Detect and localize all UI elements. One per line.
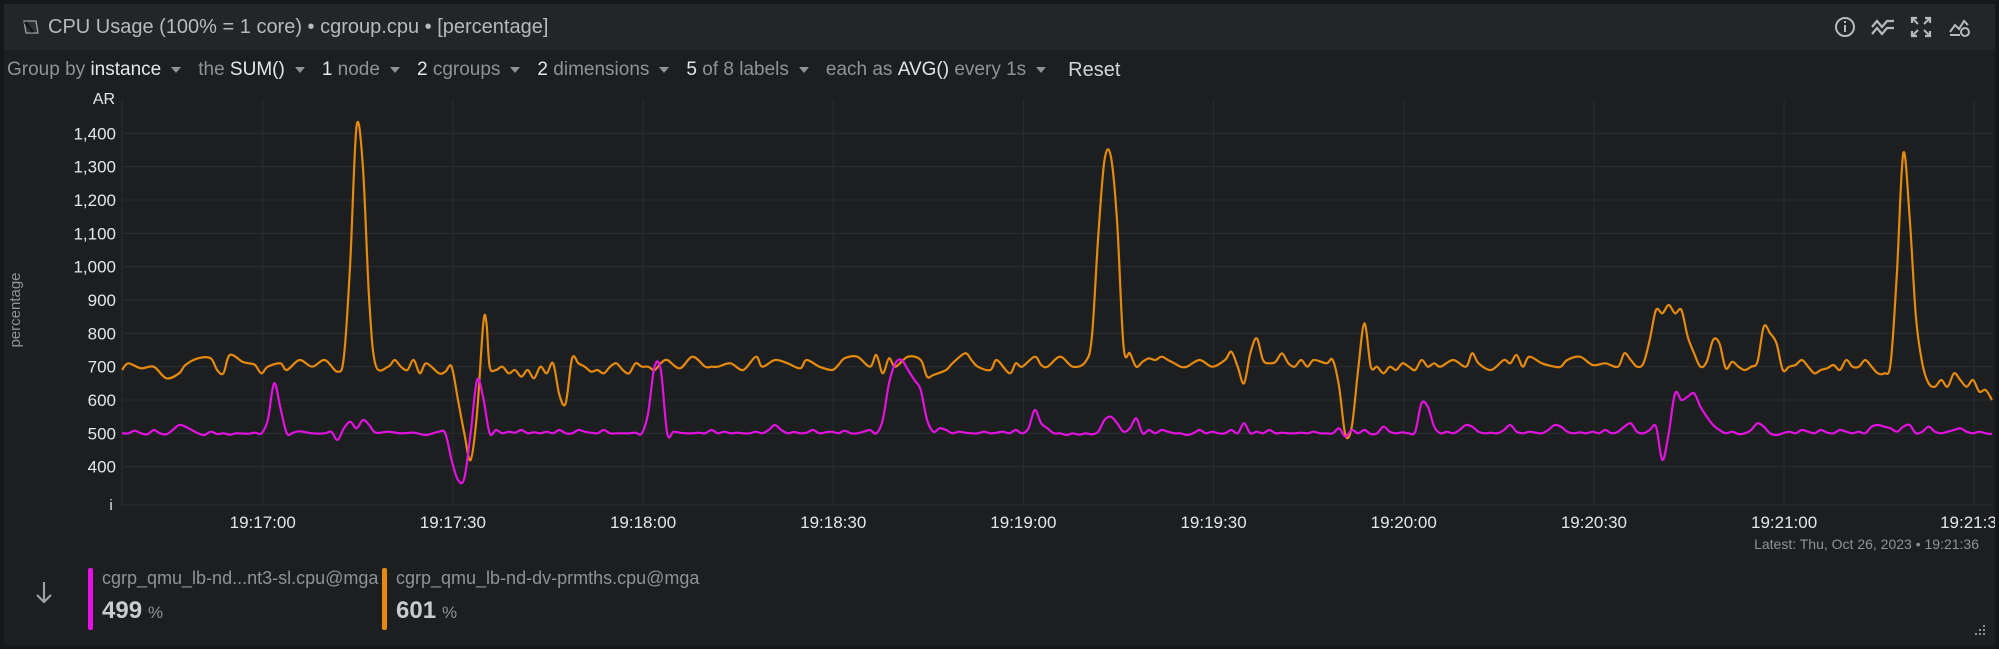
- cgroups-selector[interactable]: 2 cgroups: [416, 59, 521, 81]
- group-by-selector[interactable]: Group by instance: [7, 59, 182, 81]
- chart-title-bar: CPU Usage (100% = 1 core) • cgroup.cpu •…: [4, 4, 1995, 50]
- dimensions-selector[interactable]: 2 dimensions: [537, 59, 670, 81]
- chevron-down-icon: [510, 67, 521, 73]
- chevron-down-icon: [659, 67, 670, 73]
- chart-type-icon: [22, 17, 42, 37]
- series-line-1[interactable]: [121, 120, 1993, 462]
- legend-color-bar: [382, 568, 387, 630]
- y-axis: 400 500 600 700 800 900 1,000 1,100 1,200 1,300 1,…: [73, 124, 116, 476]
- chevron-down-icon: [294, 67, 305, 73]
- info-icon[interactable]: [1831, 13, 1859, 41]
- reset-button[interactable]: Reset: [1068, 59, 1120, 82]
- aggregation-value: SUM(): [229, 59, 285, 80]
- x-tick-label: 19:20:30: [1561, 513, 1627, 530]
- the-label: the: [198, 59, 225, 80]
- y-tick-label: 900: [88, 291, 116, 310]
- series-line-2[interactable]: [121, 358, 1993, 485]
- dimensions-count: 2: [537, 59, 548, 80]
- annotation-badge-top[interactable]: AR: [93, 91, 115, 108]
- y-tick-label: 600: [88, 391, 116, 410]
- chevron-down-icon: [798, 67, 809, 73]
- arrow-down-icon[interactable]: [32, 578, 56, 608]
- x-axis: 19:17:00 19:17:30 19:18:00 19:18:30 19:19:00…: [230, 513, 1999, 532]
- y-tick-label: 1,000: [73, 258, 116, 277]
- x-tick-label: 19:19:00: [990, 513, 1056, 530]
- fullscreen-icon[interactable]: [1907, 13, 1935, 41]
- x-tick-label: 19:17:00: [230, 513, 296, 530]
- y-tick-label: 1,400: [73, 124, 116, 143]
- chart-lines: [121, 120, 1993, 485]
- resize-handle-icon[interactable]: [1969, 621, 1987, 639]
- y-tick-label: 400: [88, 458, 116, 477]
- legend: cgrp_qmu_lb-nd...nt3-sl.cpu@mga 499% cgr…: [4, 560, 1995, 640]
- y-tick-label: 500: [88, 424, 116, 443]
- y-tick-label: 700: [88, 358, 116, 377]
- time-aggregation-selector[interactable]: each as AVG() every 1s: [825, 59, 1047, 81]
- cgroups-label: cgroups: [432, 59, 501, 80]
- y-tick-label: 800: [88, 324, 116, 343]
- dimensions-label: dimensions: [553, 59, 650, 80]
- chart-grid: [121, 100, 1992, 506]
- legend-series-name: cgrp_qmu_lb-nd...nt3-sl.cpu@mga: [102, 568, 379, 588]
- latest-timestamp: Latest: Thu, Oct 26, 2023 • 19:21:36: [1754, 536, 1979, 552]
- chevron-down-icon: [1036, 67, 1047, 73]
- y-axis-title: percentage: [7, 272, 24, 347]
- title-actions: [1831, 4, 1973, 50]
- each-as-label: each as: [825, 59, 893, 80]
- x-tick-label: 19:20:00: [1371, 513, 1437, 530]
- nodes-label: node: [337, 59, 380, 80]
- legend-unit: %: [442, 603, 458, 622]
- alert-icon[interactable]: [1945, 13, 1973, 41]
- annotation-badge-bottom[interactable]: i: [109, 497, 112, 514]
- x-tick-label: 19:19:30: [1180, 513, 1246, 530]
- legend-value: 601: [396, 597, 437, 624]
- x-tick-label: 19:18:00: [610, 513, 676, 530]
- cgroups-count: 2: [416, 59, 428, 80]
- chart-title: CPU Usage (100% = 1 core) • cgroup.cpu •…: [48, 15, 549, 38]
- y-tick-label: 1,300: [73, 158, 116, 177]
- correlation-icon[interactable]: [1869, 13, 1897, 41]
- group-by-label: Group by: [7, 59, 86, 80]
- nodes-selector[interactable]: 1 node: [322, 59, 400, 81]
- chart-panel: CPU Usage (100% = 1 core) • cgroup.cpu •…: [4, 4, 1999, 645]
- legend-series-name: cgrp_qmu_lb-nd-dv-prmths.cpu@mga: [396, 568, 700, 588]
- x-tick-label: 19:17:30: [420, 513, 486, 530]
- labels-label: of 8 labels: [702, 59, 789, 80]
- legend-item[interactable]: cgrp_qmu_lb-nd-dv-prmths.cpu@mga 601%: [382, 566, 699, 630]
- time-aggregation-value: AVG(): [897, 59, 950, 80]
- line-chart[interactable]: 400 500 600 700 800 900 1,000 1,100 1,200 1,300 1,…: [4, 90, 1999, 532]
- y-tick-label: 1,100: [73, 224, 116, 243]
- legend-color-bar: [88, 568, 93, 630]
- legend-value: 499: [102, 597, 143, 624]
- group-by-value: instance: [90, 59, 162, 80]
- aggregation-selector[interactable]: the SUM(): [198, 59, 305, 81]
- query-toolbar: Group by instance the SUM() 1 node 2 cgr…: [4, 50, 1995, 90]
- x-tick-label: 19:21:00: [1751, 513, 1817, 530]
- chart-area[interactable]: 400 500 600 700 800 900 1,000 1,100 1,200 1,300 1,…: [4, 90, 1999, 532]
- y-tick-label: 1,200: [73, 191, 116, 210]
- x-tick-label: 19:18:30: [800, 513, 866, 530]
- x-tick-label: 19:21:30: [1940, 513, 1995, 530]
- legend-unit: %: [148, 603, 164, 622]
- every-label: every 1s: [954, 59, 1027, 80]
- labels-selector[interactable]: 5 of 8 labels: [686, 59, 809, 81]
- chevron-down-icon: [389, 67, 400, 73]
- nodes-count: 1: [321, 59, 333, 80]
- chevron-down-icon: [171, 67, 182, 73]
- legend-item[interactable]: cgrp_qmu_lb-nd...nt3-sl.cpu@mga 499%: [88, 566, 378, 630]
- labels-count: 5: [686, 59, 697, 80]
